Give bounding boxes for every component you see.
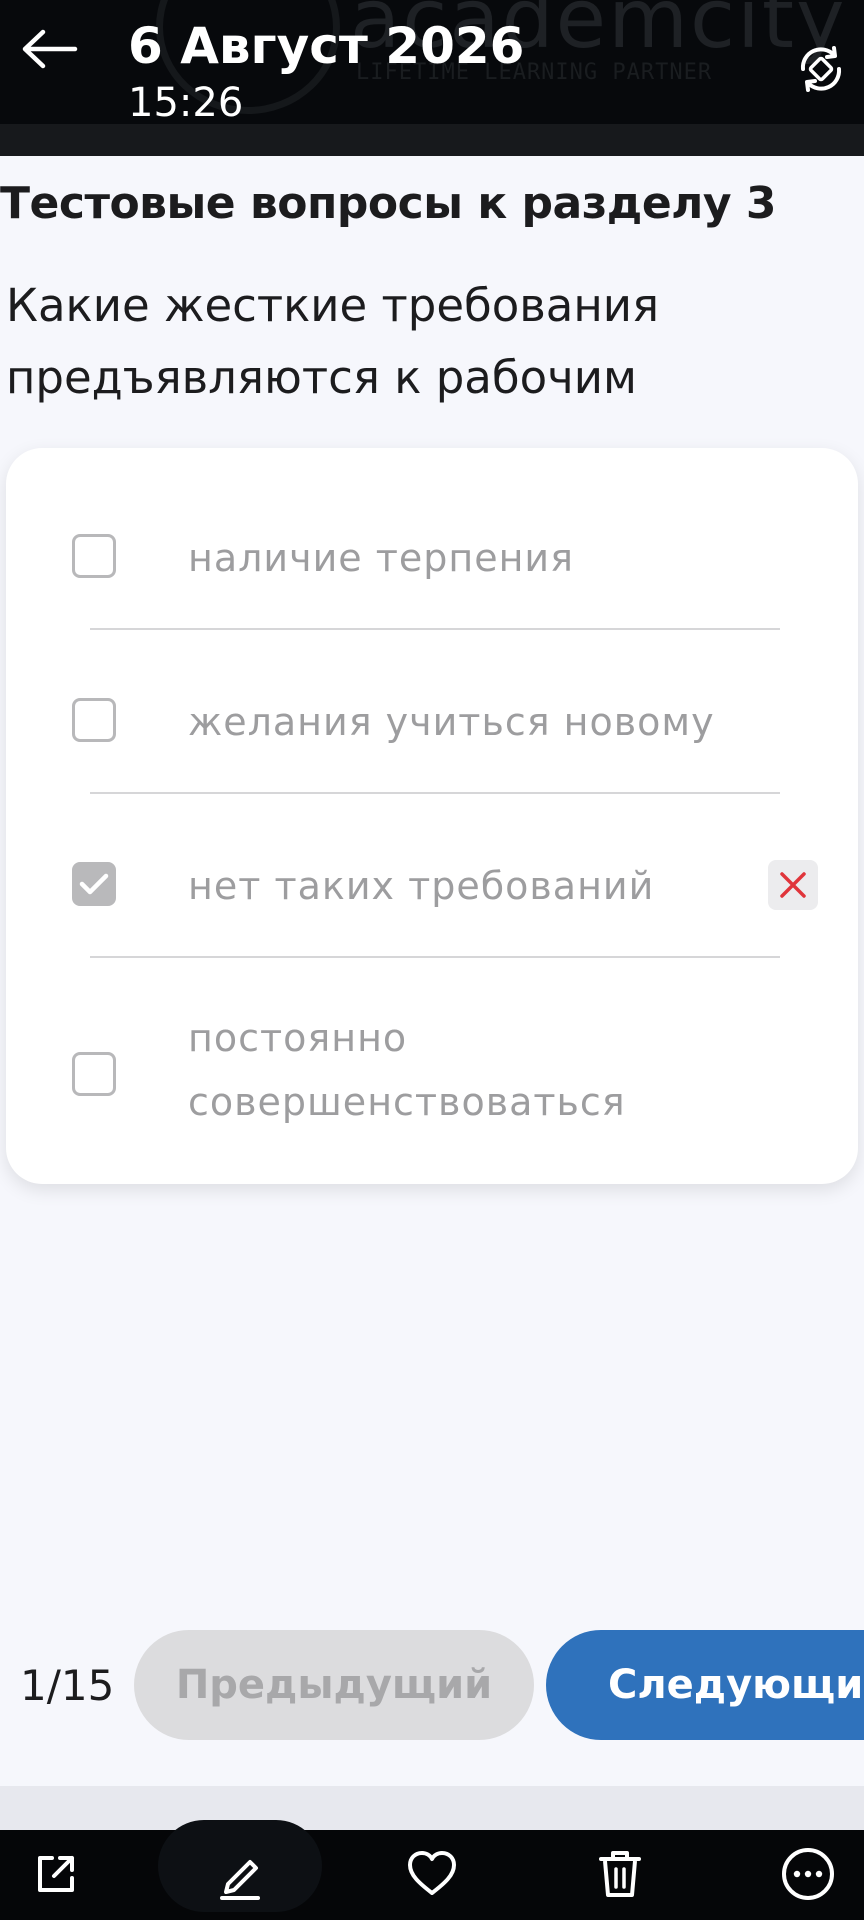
close-icon [780,872,806,898]
answer-checkbox[interactable] [72,1052,116,1096]
answer-checkbox[interactable] [72,534,116,578]
checkmark-icon [79,873,109,895]
answer-checkbox-checked[interactable] [72,862,116,906]
header-divider-strip [0,124,864,156]
answers-card: наличие терпения желания учиться новому … [6,448,858,1184]
answer-divider [90,628,780,630]
answer-label: нет таких требований [188,864,655,908]
heart-icon [408,1851,456,1895]
answer-option-selected[interactable]: нет таких требований [6,836,858,936]
more-icon [782,1848,834,1900]
answer-option[interactable]: желания учиться новому [6,672,858,772]
header-date: 6 Август 2026 [128,17,525,75]
back-button[interactable] [16,16,82,82]
answer-option[interactable]: постоянно совершенствоваться [6,1000,858,1150]
answer-divider [90,792,780,794]
rotate-screen-icon [800,46,842,92]
trash-icon [599,1851,641,1897]
question-line: Какие жесткие требования [6,279,660,332]
header-time: 15:26 [128,80,244,124]
answer-label: наличие терпения [188,536,574,580]
answer-divider [90,956,780,958]
more-button[interactable] [774,1840,842,1908]
share-icon [38,1856,74,1892]
question-line: предъявляются к рабочим [6,351,637,404]
next-button[interactable]: Следующий [546,1630,864,1740]
favorite-button[interactable] [398,1840,466,1908]
delete-button[interactable] [586,1840,654,1908]
rotate-screen-button[interactable] [790,38,852,100]
app-header: academcity LIFETIME LEARNING PARTNER 6 А… [0,0,864,124]
answer-option[interactable]: наличие терпения [6,508,858,608]
edit-icon [220,1860,260,1900]
answer-label: желания учиться новому [188,700,715,744]
edit-button[interactable] [206,1840,274,1908]
share-button[interactable] [22,1840,90,1908]
question-text: Какие жесткие требования предъявляются к… [6,270,826,414]
previous-button[interactable]: Предыдущий [134,1630,534,1740]
section-title: Тестовые вопросы к разделу 3 [0,178,777,229]
answer-label: совершенствоваться [188,1080,626,1124]
question-counter: 1/15 [20,1661,115,1710]
arrow-left-icon [22,29,78,69]
answer-label: постоянно [188,1016,408,1060]
wrong-answer-mark [768,860,818,910]
bottom-divider-strip [0,1786,864,1830]
answer-checkbox[interactable] [72,698,116,742]
